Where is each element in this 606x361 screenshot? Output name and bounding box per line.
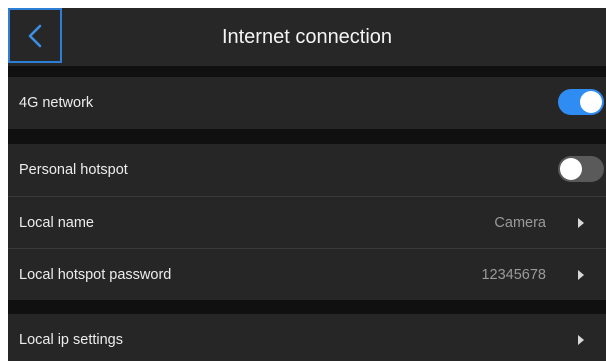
hotspot-group: Personal hotspot Local name Camera Local… <box>8 144 606 300</box>
local-name-label: Local name <box>19 215 94 231</box>
chevron-right-icon <box>578 270 584 280</box>
network-group: 4G network <box>8 77 606 129</box>
4g-network-label: 4G network <box>19 95 94 111</box>
chevron-left-icon <box>28 24 42 47</box>
page-title: Internet connection <box>221 26 393 48</box>
row-local-ip-settings[interactable]: Local ip settings <box>8 314 606 361</box>
chevron-right-icon <box>578 218 584 228</box>
row-local-name[interactable]: Local name Camera <box>8 196 606 248</box>
settings-screen: Internet connection 4G network Personal … <box>8 8 606 361</box>
personal-hotspot-toggle[interactable] <box>558 156 604 182</box>
4g-network-toggle[interactable] <box>558 89 604 115</box>
toggle-knob <box>580 91 602 113</box>
local-hotspot-password-label: Local hotspot password <box>19 267 172 283</box>
row-local-hotspot-password[interactable]: Local hotspot password 12345678 <box>8 248 606 300</box>
local-hotspot-password-value: 12345678 <box>481 267 546 283</box>
row-4g-network[interactable]: 4G network <box>8 77 606 129</box>
back-button[interactable] <box>8 8 62 63</box>
personal-hotspot-label: Personal hotspot <box>19 162 128 178</box>
local-name-value: Camera <box>494 215 546 231</box>
chevron-right-icon <box>578 335 584 345</box>
local-ip-settings-label: Local ip settings <box>19 332 123 348</box>
toggle-knob <box>560 158 582 180</box>
ip-group: Local ip settings <box>8 314 606 361</box>
row-personal-hotspot[interactable]: Personal hotspot <box>8 144 606 196</box>
header-bar: Internet connection <box>8 8 606 66</box>
